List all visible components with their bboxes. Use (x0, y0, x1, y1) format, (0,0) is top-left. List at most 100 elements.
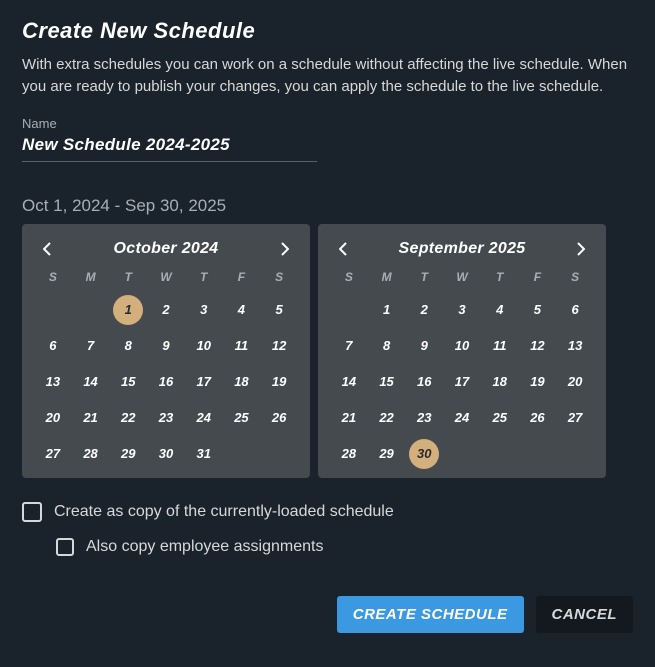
copy-current-label: Create as copy of the currently-loaded s… (54, 503, 394, 521)
chevron-left-icon (43, 242, 51, 256)
day-of-week-header: F (223, 270, 261, 284)
chevron-right-icon (281, 242, 289, 256)
start-prev-month[interactable] (36, 238, 58, 260)
calendar-day[interactable]: 7 (330, 336, 368, 356)
calendar-day[interactable]: 3 (443, 300, 481, 320)
calendar-day[interactable]: 23 (405, 408, 443, 428)
calendar-day[interactable]: 28 (72, 444, 110, 464)
calendar-day[interactable]: 6 (34, 336, 72, 356)
chevron-left-icon (339, 242, 347, 256)
day-of-week-header: S (260, 270, 298, 284)
day-of-week-header: T (185, 270, 223, 284)
calendar-day[interactable]: 22 (368, 408, 406, 428)
calendar-day[interactable]: 24 (443, 408, 481, 428)
start-next-month[interactable] (274, 238, 296, 260)
name-label: Name (22, 116, 633, 131)
calendar-day[interactable]: 28 (330, 444, 368, 464)
calendar-day[interactable]: 25 (481, 408, 519, 428)
day-of-week-header: M (72, 270, 110, 284)
day-of-week-header: T (109, 270, 147, 284)
calendar-day[interactable]: 8 (109, 336, 147, 356)
calendar-day[interactable]: 4 (481, 300, 519, 320)
cancel-button[interactable]: CANCEL (536, 596, 634, 633)
calendar-day[interactable]: 17 (443, 372, 481, 392)
calendar-day[interactable]: 14 (72, 372, 110, 392)
calendar-day[interactable]: 22 (109, 408, 147, 428)
calendar-day[interactable]: 14 (330, 372, 368, 392)
calendar-day[interactable]: 12 (260, 336, 298, 356)
day-of-week-header: T (405, 270, 443, 284)
calendar-day[interactable]: 11 (481, 336, 519, 356)
calendar-day[interactable]: 16 (405, 372, 443, 392)
calendar-day[interactable]: 29 (368, 444, 406, 464)
calendar-day[interactable]: 2 (405, 300, 443, 320)
day-of-week-header: W (147, 270, 185, 284)
end-calendar-grid: SMTWTFS123456789101112131415161718192021… (330, 270, 594, 464)
calendar-blank (72, 300, 110, 320)
date-range-text: Oct 1, 2024 - Sep 30, 2025 (22, 196, 633, 216)
calendar-day[interactable]: 3 (185, 300, 223, 320)
calendar-day[interactable]: 12 (519, 336, 557, 356)
calendar-day[interactable]: 18 (481, 372, 519, 392)
calendar-day[interactable]: 20 (34, 408, 72, 428)
calendar-day[interactable]: 16 (147, 372, 185, 392)
calendar-blank (330, 300, 368, 320)
day-of-week-header: S (556, 270, 594, 284)
end-prev-month[interactable] (332, 238, 354, 260)
copy-employees-checkbox[interactable] (56, 538, 74, 556)
calendar-day[interactable]: 30 (147, 444, 185, 464)
day-of-week-header: T (481, 270, 519, 284)
calendar-day[interactable]: 1 (109, 300, 147, 320)
calendar-day[interactable]: 15 (109, 372, 147, 392)
calendar-day[interactable]: 31 (185, 444, 223, 464)
calendar-day[interactable]: 17 (185, 372, 223, 392)
calendar-day[interactable]: 21 (330, 408, 368, 428)
copy-current-checkbox[interactable] (22, 502, 42, 522)
calendar-day[interactable]: 6 (556, 300, 594, 320)
day-of-week-header: F (519, 270, 557, 284)
calendar-day[interactable]: 15 (368, 372, 406, 392)
calendar-day[interactable]: 9 (147, 336, 185, 356)
schedule-name-input[interactable] (22, 133, 317, 162)
day-of-week-header: S (330, 270, 368, 284)
calendar-day[interactable]: 26 (519, 408, 557, 428)
calendar-day[interactable]: 10 (443, 336, 481, 356)
calendar-day[interactable]: 13 (556, 336, 594, 356)
calendar-day[interactable]: 4 (223, 300, 261, 320)
calendar-day[interactable]: 26 (260, 408, 298, 428)
calendar-day[interactable]: 29 (109, 444, 147, 464)
calendar-day[interactable]: 1 (368, 300, 406, 320)
calendar-day[interactable]: 18 (223, 372, 261, 392)
calendar-blank (34, 300, 72, 320)
calendar-day[interactable]: 30 (405, 444, 443, 464)
calendar-day[interactable]: 7 (72, 336, 110, 356)
calendar-day[interactable]: 27 (34, 444, 72, 464)
calendar-day[interactable]: 27 (556, 408, 594, 428)
calendar-day[interactable]: 8 (368, 336, 406, 356)
calendar-day[interactable]: 19 (519, 372, 557, 392)
calendar-day[interactable]: 9 (405, 336, 443, 356)
copy-current-option[interactable]: Create as copy of the currently-loaded s… (22, 502, 633, 522)
calendar-day[interactable]: 10 (185, 336, 223, 356)
calendar-day[interactable]: 5 (519, 300, 557, 320)
calendar-day[interactable]: 2 (147, 300, 185, 320)
day-of-week-header: W (443, 270, 481, 284)
create-schedule-button[interactable]: CREATE SCHEDULE (337, 596, 524, 633)
copy-employees-option[interactable]: Also copy employee assignments (56, 538, 633, 556)
calendar-day[interactable]: 5 (260, 300, 298, 320)
calendar-day[interactable]: 20 (556, 372, 594, 392)
calendar-day[interactable]: 11 (223, 336, 261, 356)
start-calendar-title: October 2024 (114, 240, 219, 258)
calendar-pair: October 2024 SMTWTFS12345678910111213141… (22, 224, 633, 478)
end-next-month[interactable] (570, 238, 592, 260)
calendar-day[interactable]: 25 (223, 408, 261, 428)
calendar-day[interactable]: 24 (185, 408, 223, 428)
calendar-day[interactable]: 13 (34, 372, 72, 392)
calendar-day[interactable]: 19 (260, 372, 298, 392)
calendar-day[interactable]: 21 (72, 408, 110, 428)
calendar-day[interactable]: 23 (147, 408, 185, 428)
dialog-title: Create New Schedule (22, 18, 633, 44)
copy-employees-label: Also copy employee assignments (86, 538, 323, 556)
start-calendar: October 2024 SMTWTFS12345678910111213141… (22, 224, 310, 478)
dialog-description: With extra schedules you can work on a s… (22, 54, 633, 98)
